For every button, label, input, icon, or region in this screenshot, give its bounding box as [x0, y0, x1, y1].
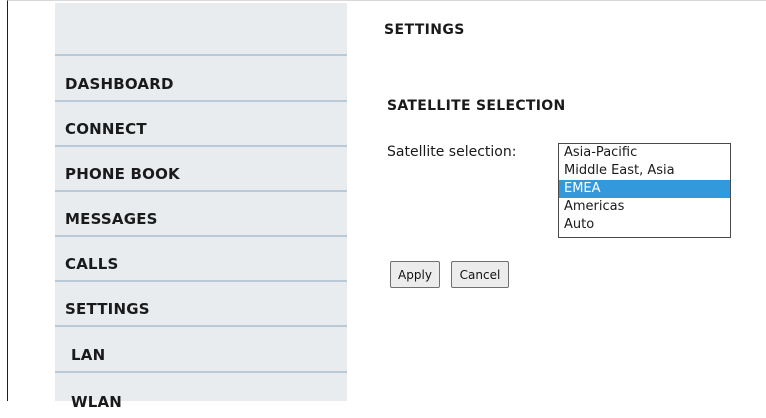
sidebar-item-messages[interactable]: MESSAGES — [55, 192, 347, 237]
option-auto[interactable]: Auto — [559, 216, 730, 234]
option-americas[interactable]: Americas — [559, 198, 730, 216]
sidebar-item-wlan[interactable]: WLAN — [55, 373, 347, 418]
sidebar-item-label: MESSAGES — [65, 210, 158, 228]
option-middle-east-asia[interactable]: Middle East, Asia — [559, 162, 730, 180]
sidebar-item-settings[interactable]: SETTINGS — [55, 282, 347, 327]
sidebar-item-connect[interactable]: CONNECT — [55, 102, 347, 147]
sidebar-header — [55, 3, 347, 56]
satellite-selection-listbox[interactable]: Asia-Pacific Middle East, Asia EMEA Amer… — [558, 143, 731, 238]
option-emea[interactable]: EMEA — [559, 180, 730, 198]
section-title: SATELLITE SELECTION — [387, 98, 566, 114]
sidebar-item-label: SETTINGS — [65, 300, 150, 318]
sidebar-item-label: DASHBOARD — [65, 75, 174, 93]
apply-button[interactable]: Apply — [390, 261, 440, 288]
sidebar-item-label: CALLS — [65, 255, 119, 273]
sidebar-item-phone-book[interactable]: PHONE BOOK — [55, 147, 347, 192]
sidebar-item-calls[interactable]: CALLS — [55, 237, 347, 282]
sidebar-item-label: CONNECT — [65, 120, 147, 138]
sidebar-item-label: WLAN — [71, 393, 123, 411]
sidebar-item-label: LAN — [71, 346, 106, 364]
sidebar: DASHBOARD CONNECT PHONE BOOK MESSAGES CA… — [55, 3, 347, 411]
page-title: SETTINGS — [384, 22, 465, 38]
satellite-selection-label: Satellite selection: — [387, 144, 517, 160]
sidebar-item-label: PHONE BOOK — [65, 165, 180, 183]
option-asia-pacific[interactable]: Asia-Pacific — [559, 144, 730, 162]
sidebar-item-lan[interactable]: LAN — [55, 327, 347, 373]
sidebar-item-dashboard[interactable]: DASHBOARD — [55, 56, 347, 102]
cancel-button[interactable]: Cancel — [451, 261, 509, 288]
